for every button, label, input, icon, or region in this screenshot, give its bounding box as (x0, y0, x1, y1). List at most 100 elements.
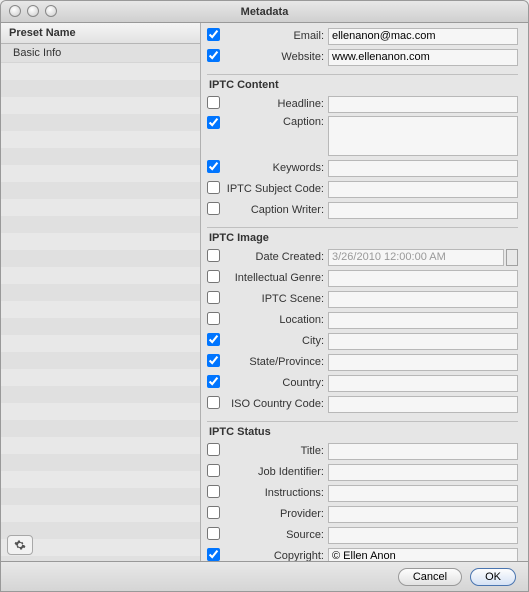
window-controls (9, 5, 57, 17)
sidebar-item-basic-info[interactable]: Basic Info (1, 44, 200, 63)
checkbox-keywords[interactable] (207, 160, 220, 173)
row-caption: Caption: (207, 116, 518, 156)
label-instructions: Instructions: (223, 487, 328, 499)
input-instructions[interactable] (328, 485, 518, 502)
row-iso-country-code: ISO Country Code: (207, 395, 518, 413)
checkbox-city[interactable] (207, 333, 220, 346)
row-country: Country: (207, 374, 518, 392)
label-title: Title: (223, 445, 328, 457)
checkbox-state-province[interactable] (207, 354, 220, 367)
row-email: Email: (207, 27, 518, 45)
label-keywords: Keywords: (223, 162, 328, 174)
checkbox-caption[interactable] (207, 116, 220, 129)
row-website: Website: (207, 48, 518, 66)
label-copyright: Copyright: (223, 550, 328, 561)
label-provider: Provider: (223, 508, 328, 520)
date-stepper[interactable] (506, 249, 518, 266)
checkbox-provider[interactable] (207, 506, 220, 519)
sidebar-header: Preset Name (1, 23, 200, 44)
window-title: Metadata (241, 6, 289, 18)
label-source: Source: (223, 529, 328, 541)
input-caption[interactable] (328, 116, 518, 156)
label-country: Country: (223, 377, 328, 389)
input-date-created[interactable] (328, 249, 504, 266)
input-country[interactable] (328, 375, 518, 392)
checkbox-location[interactable] (207, 312, 220, 325)
checkbox-date-created[interactable] (207, 249, 220, 262)
titlebar: Metadata (1, 1, 528, 23)
row-intellectual-genre: Intellectual Genre: (207, 269, 518, 287)
input-job-identifier[interactable] (328, 464, 518, 481)
checkbox-website[interactable] (207, 49, 220, 62)
row-keywords: Keywords: (207, 159, 518, 177)
checkbox-country[interactable] (207, 375, 220, 388)
label-email: Email: (223, 30, 328, 42)
ok-button[interactable]: OK (470, 568, 516, 586)
checkbox-intellectual-genre[interactable] (207, 270, 220, 283)
checkbox-iso-country-code[interactable] (207, 396, 220, 409)
row-source: Source: (207, 526, 518, 544)
checkbox-email[interactable] (207, 28, 220, 41)
label-caption-writer: Caption Writer: (223, 204, 328, 216)
row-city: City: (207, 332, 518, 350)
row-instructions: Instructions: (207, 484, 518, 502)
minimize-icon[interactable] (27, 5, 39, 17)
label-iso-country-code: ISO Country Code: (223, 398, 328, 410)
checkbox-source[interactable] (207, 527, 220, 540)
zoom-icon[interactable] (45, 5, 57, 17)
label-headline: Headline: (223, 98, 328, 110)
section-iptc-image: IPTC Image (207, 227, 518, 244)
row-provider: Provider: (207, 505, 518, 523)
checkbox-caption-writer[interactable] (207, 202, 220, 215)
input-city[interactable] (328, 333, 518, 350)
checkbox-iptc-scene[interactable] (207, 291, 220, 304)
input-caption-writer[interactable] (328, 202, 518, 219)
gear-icon (14, 539, 26, 551)
section-iptc-content: IPTC Content (207, 74, 518, 91)
row-copyright: Copyright: (207, 547, 518, 561)
checkbox-copyright[interactable] (207, 548, 220, 561)
row-job-identifier: Job Identifier: (207, 463, 518, 481)
input-source[interactable] (328, 527, 518, 544)
label-website: Website: (223, 51, 328, 63)
label-city: City: (223, 335, 328, 347)
main-panel: Email: Website: IPTC Content Headline: C… (201, 23, 528, 561)
input-copyright[interactable] (328, 548, 518, 562)
row-caption-writer: Caption Writer: (207, 201, 518, 219)
input-provider[interactable] (328, 506, 518, 523)
checkbox-instructions[interactable] (207, 485, 220, 498)
input-subject-code[interactable] (328, 181, 518, 198)
close-icon[interactable] (9, 5, 21, 17)
input-website[interactable] (328, 49, 518, 66)
row-title: Title: (207, 442, 518, 460)
label-job-identifier: Job Identifier: (223, 466, 328, 478)
section-iptc-status: IPTC Status (207, 421, 518, 438)
checkbox-subject-code[interactable] (207, 181, 220, 194)
row-state-province: State/Province: (207, 353, 518, 371)
input-headline[interactable] (328, 96, 518, 113)
checkbox-headline[interactable] (207, 96, 220, 109)
checkbox-job-identifier[interactable] (207, 464, 220, 477)
input-email[interactable] (328, 28, 518, 45)
input-iptc-scene[interactable] (328, 291, 518, 308)
row-iptc-scene: IPTC Scene: (207, 290, 518, 308)
footer: Cancel OK (1, 561, 528, 591)
label-location: Location: (223, 314, 328, 326)
label-subject-code: IPTC Subject Code: (223, 183, 328, 195)
input-iso-country-code[interactable] (328, 396, 518, 413)
gear-button[interactable] (7, 535, 33, 555)
checkbox-title[interactable] (207, 443, 220, 456)
input-state-province[interactable] (328, 354, 518, 371)
row-headline: Headline: (207, 95, 518, 113)
label-iptc-scene: IPTC Scene: (223, 293, 328, 305)
row-subject-code: IPTC Subject Code: (207, 180, 518, 198)
input-location[interactable] (328, 312, 518, 329)
input-intellectual-genre[interactable] (328, 270, 518, 287)
label-caption: Caption: (223, 116, 328, 128)
sidebar-list (1, 63, 200, 561)
input-keywords[interactable] (328, 160, 518, 177)
row-date-created: Date Created: (207, 248, 518, 266)
input-title[interactable] (328, 443, 518, 460)
label-state-province: State/Province: (223, 356, 328, 368)
cancel-button[interactable]: Cancel (398, 568, 462, 586)
